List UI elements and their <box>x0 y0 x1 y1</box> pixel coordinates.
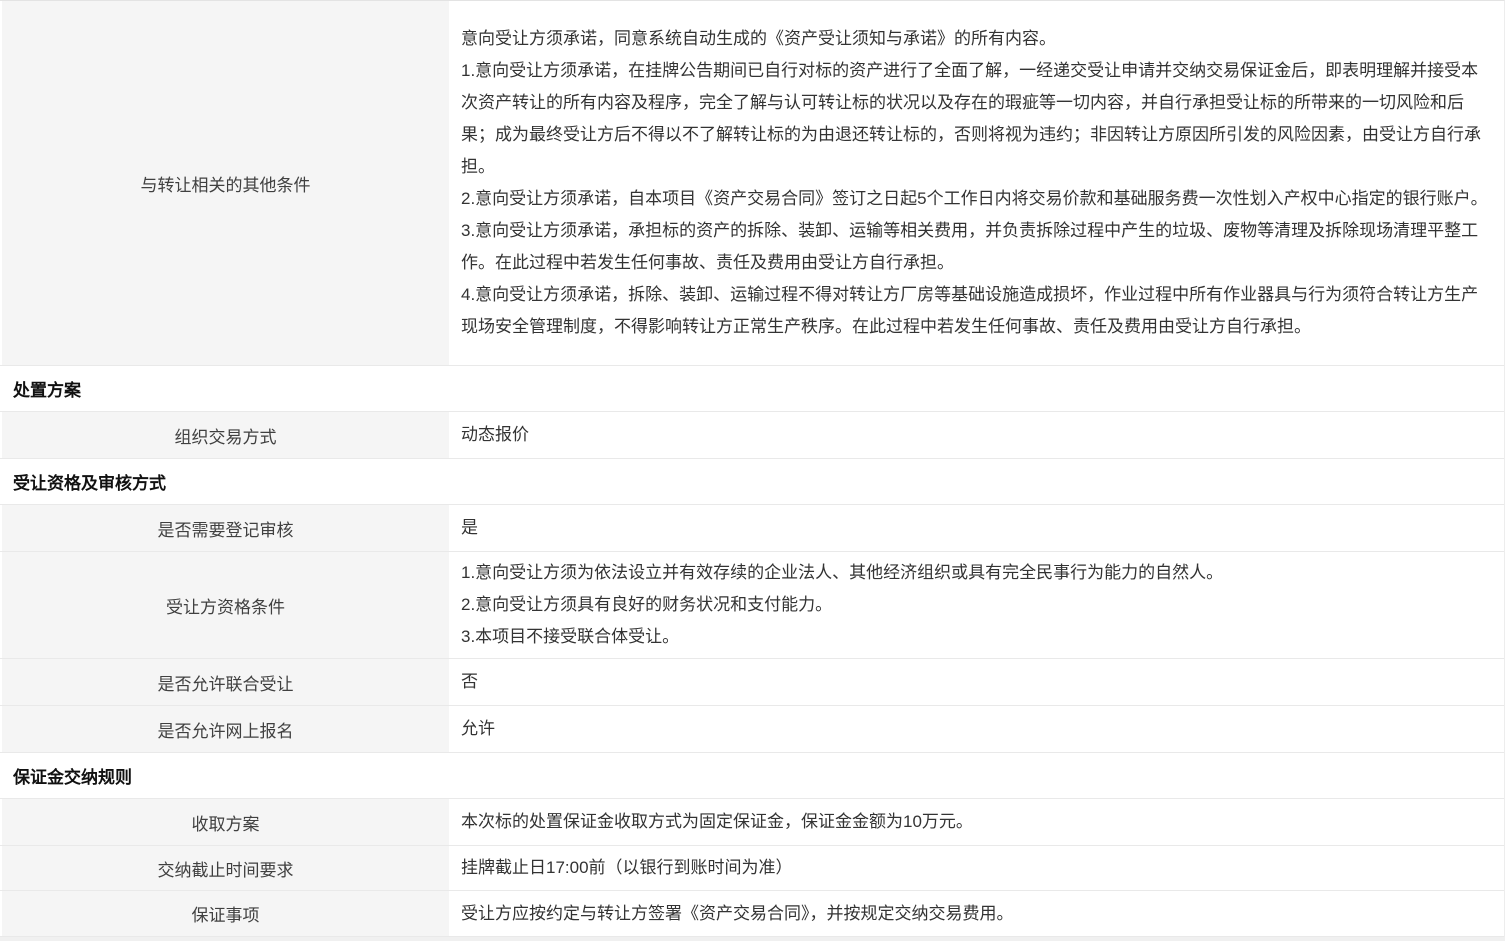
row-label-trade-method: 组织交易方式 <box>0 412 452 458</box>
qualification-paragraph: 1.意向受让方须为依法设立并有效存续的企业法人、其他经济组织或具有完全民事行为能… <box>461 557 1490 589</box>
section-header-qualification-review: 受让资格及审核方式 <box>0 459 1504 505</box>
section-header-disposal-plan: 处置方案 <box>0 366 1504 412</box>
page-background-strip <box>0 937 1505 941</box>
row-label-online-signup: 是否允许网上报名 <box>0 706 452 752</box>
row-collection-plan: 收取方案 本次标的处置保证金收取方式为固定保证金，保证金金额为10万元。 <box>0 799 1504 846</box>
label-text: 是否允许网上报名 <box>158 717 294 742</box>
section-header-deposit-rules: 保证金交纳规则 <box>0 753 1504 799</box>
row-label-guarantee-matters: 保证事项 <box>0 891 452 936</box>
row-online-signup: 是否允许网上报名 允许 <box>0 706 1504 753</box>
row-label-transferee-conditions: 受让方资格条件 <box>0 552 452 658</box>
row-label-joint-transfer: 是否允许联合受让 <box>0 659 452 705</box>
condition-paragraph: 3.意向受让方须承诺，承担标的资产的拆除、装卸、运输等相关费用，并负责拆除过程中… <box>461 215 1490 279</box>
row-value-guarantee-matters: 受让方应按约定与转让方签署《资产交易合同》，并按规定交纳交易费用。 <box>452 891 1504 936</box>
qualification-paragraph: 2.意向受让方须具有良好的财务状况和支付能力。 <box>461 589 1490 621</box>
row-value-other-conditions: 意向受让方须承诺，同意系统自动生成的《资产受让须知与承诺》的所有内容。 1.意向… <box>452 1 1504 365</box>
row-trade-method: 组织交易方式 动态报价 <box>0 412 1504 459</box>
condition-paragraph: 1.意向受让方须承诺，在挂牌公告期间已自行对标的资产进行了全面了解，一经递交受让… <box>461 55 1490 183</box>
condition-paragraph: 2.意向受让方须承诺，自本项目《资产交易合同》签订之日起5个工作日内将交易价款和… <box>461 183 1490 215</box>
label-text: 交纳截止时间要求 <box>158 856 294 881</box>
condition-paragraph: 4.意向受让方须承诺，拆除、装卸、运输过程不得对转让方厂房等基础设施造成损坏，作… <box>461 279 1490 343</box>
row-transferee-conditions: 受让方资格条件 1.意向受让方须为依法设立并有效存续的企业法人、其他经济组织或具… <box>0 552 1504 659</box>
section-title: 受让资格及审核方式 <box>13 469 166 494</box>
row-joint-transfer: 是否允许联合受让 否 <box>0 659 1504 706</box>
row-registration-review: 是否需要登记审核 是 <box>0 505 1504 552</box>
label-text: 是否允许联合受让 <box>158 670 294 695</box>
label-text: 收取方案 <box>192 810 260 835</box>
row-value-collection-plan: 本次标的处置保证金收取方式为固定保证金，保证金金额为10万元。 <box>452 799 1504 845</box>
qualification-paragraph: 3.本项目不接受联合体受让。 <box>461 621 1490 653</box>
row-value-transferee-conditions: 1.意向受让方须为依法设立并有效存续的企业法人、其他经济组织或具有完全民事行为能… <box>452 552 1504 658</box>
row-label-collection-plan: 收取方案 <box>0 799 452 845</box>
label-text: 保证事项 <box>192 901 260 926</box>
label-text: 是否需要登记审核 <box>158 516 294 541</box>
section-title: 保证金交纳规则 <box>13 763 132 788</box>
asset-transfer-detail-table: 与转让相关的其他条件 意向受让方须承诺，同意系统自动生成的《资产受让须知与承诺》… <box>0 0 1505 937</box>
row-label-other-conditions: 与转让相关的其他条件 <box>0 1 452 365</box>
row-value-registration-review: 是 <box>452 505 1504 551</box>
section-title: 处置方案 <box>13 376 81 401</box>
row-label-registration-review: 是否需要登记审核 <box>0 505 452 551</box>
row-guarantee-matters: 保证事项 受让方应按约定与转让方签署《资产交易合同》，并按规定交纳交易费用。 <box>0 891 1504 937</box>
row-value-trade-method: 动态报价 <box>452 412 1504 458</box>
row-value-online-signup: 允许 <box>452 706 1504 752</box>
row-other-conditions: 与转让相关的其他条件 意向受让方须承诺，同意系统自动生成的《资产受让须知与承诺》… <box>0 1 1504 366</box>
row-label-payment-deadline: 交纳截止时间要求 <box>0 846 452 890</box>
label-text: 受让方资格条件 <box>166 593 285 618</box>
label-text: 组织交易方式 <box>175 423 277 448</box>
row-value-joint-transfer: 否 <box>452 659 1504 705</box>
label-text: 与转让相关的其他条件 <box>141 171 311 196</box>
row-payment-deadline: 交纳截止时间要求 挂牌截止日17:00前（以银行到账时间为准） <box>0 846 1504 891</box>
row-value-payment-deadline: 挂牌截止日17:00前（以银行到账时间为准） <box>452 846 1504 890</box>
condition-paragraph: 意向受让方须承诺，同意系统自动生成的《资产受让须知与承诺》的所有内容。 <box>461 23 1490 55</box>
